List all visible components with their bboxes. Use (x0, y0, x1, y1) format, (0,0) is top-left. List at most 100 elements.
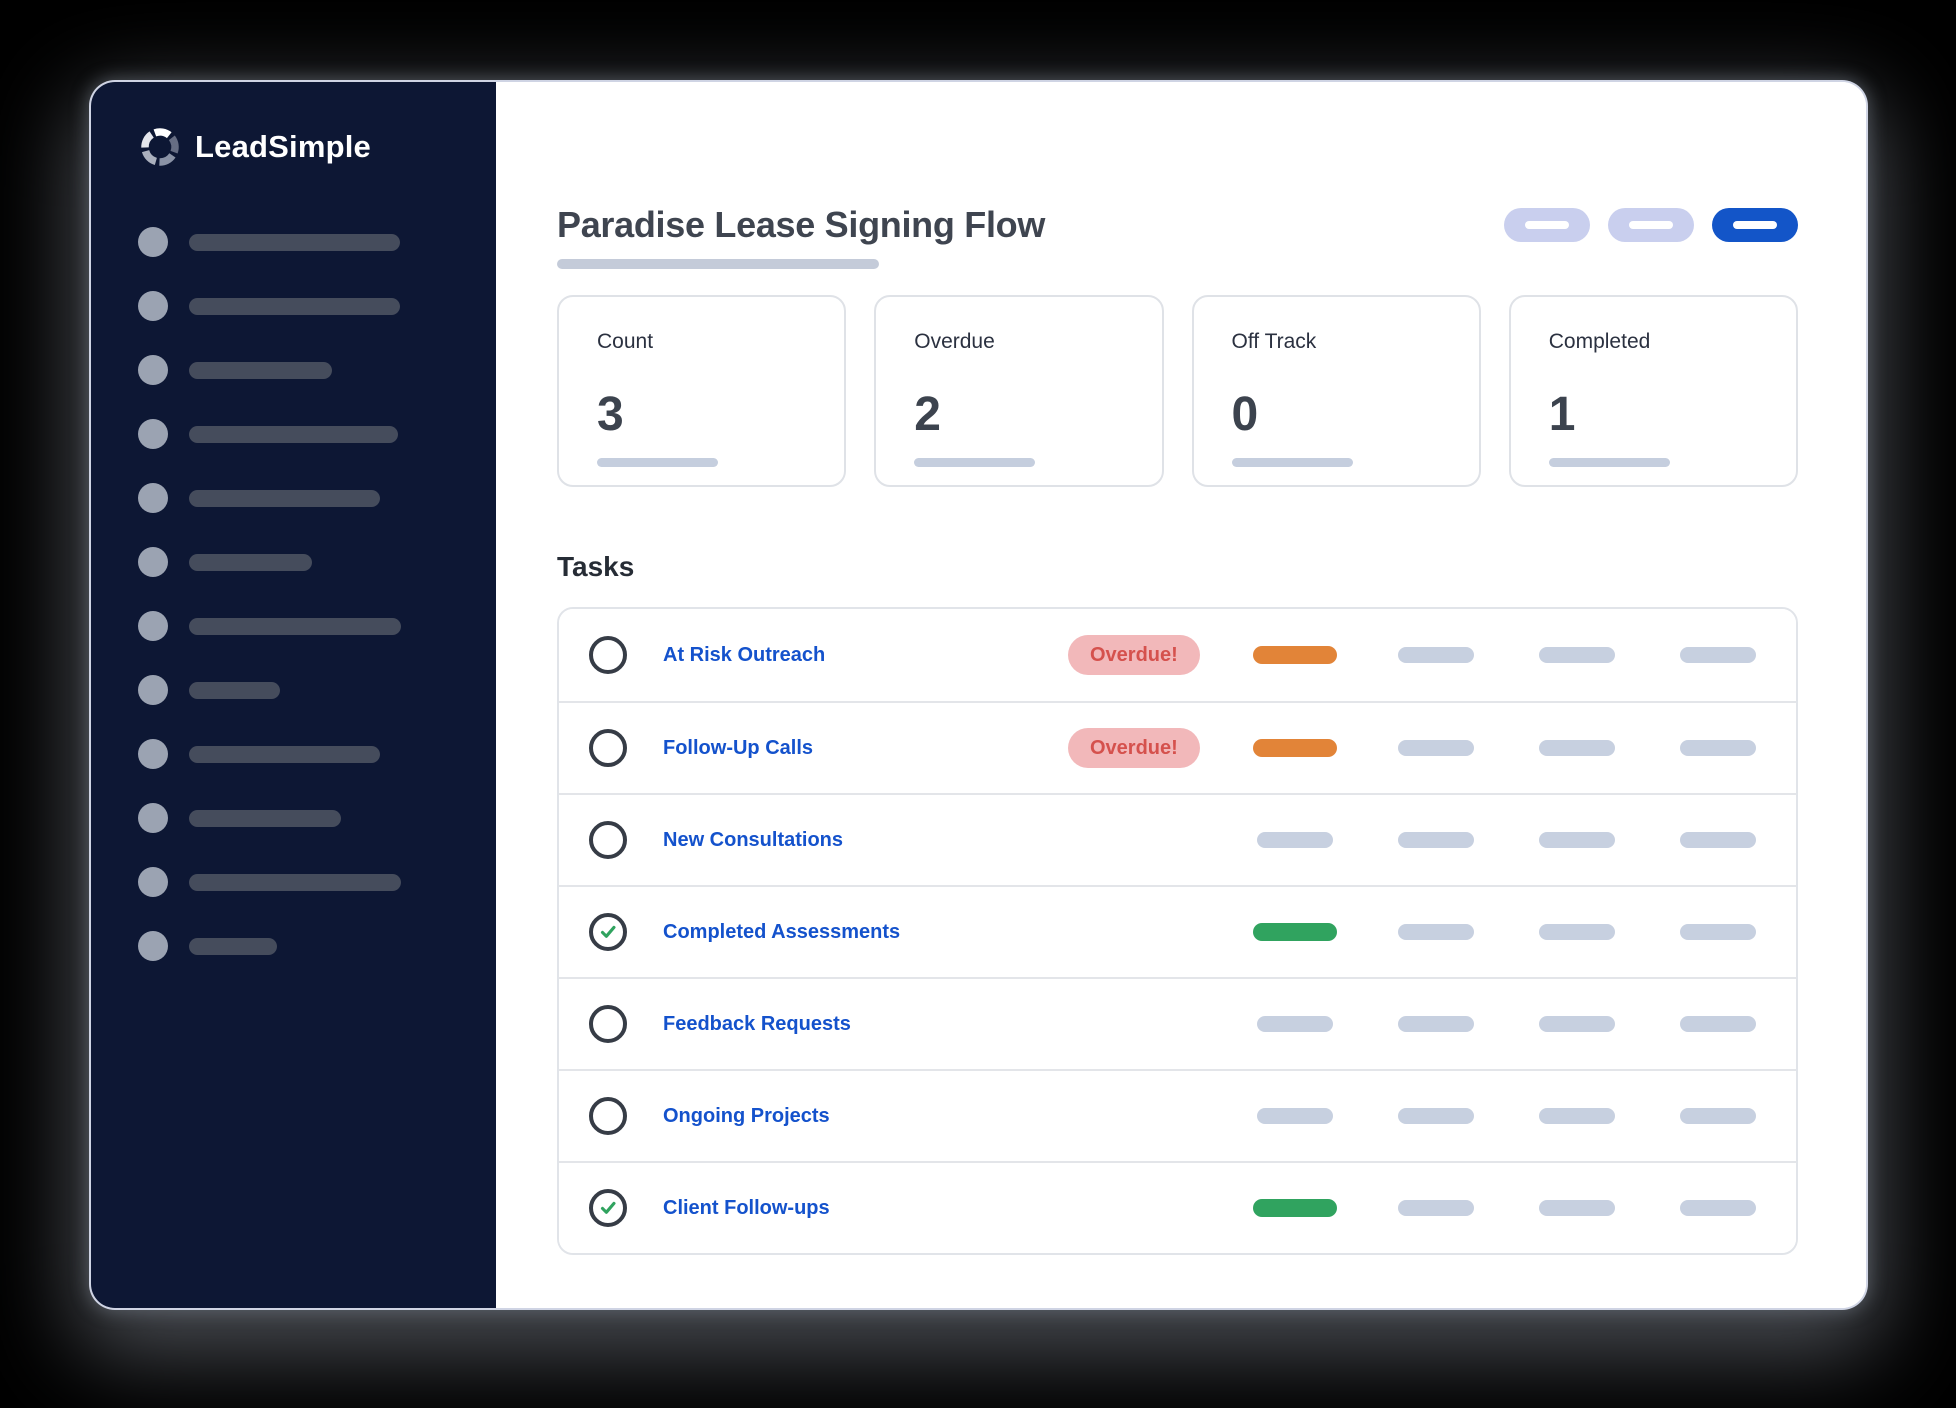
placeholder-pill (1398, 1016, 1474, 1032)
header-actions (1504, 208, 1798, 242)
stat-value: 1 (1549, 391, 1758, 439)
sidebar-item-11[interactable] (138, 867, 496, 897)
task-checkbox[interactable] (589, 1097, 627, 1135)
sidebar-item-label-placeholder (189, 490, 380, 507)
page-header: Paradise Lease Signing Flow (557, 204, 1798, 246)
header-action-button-3[interactable] (1712, 208, 1798, 242)
stats-row: Count 3 Overdue 2 Off Track 0 Completed … (557, 295, 1798, 487)
sidebar-item-label-placeholder (189, 554, 312, 571)
sidebar-item-icon-placeholder (138, 483, 168, 513)
placeholder-pill (1539, 740, 1615, 756)
placeholder-pill (1680, 647, 1756, 663)
placeholder-pill (1680, 1108, 1756, 1124)
sidebar-item-7[interactable] (138, 611, 496, 641)
stat-label: Count (597, 330, 806, 354)
sidebar-item-3[interactable] (138, 355, 496, 385)
stat-value: 0 (1232, 391, 1441, 439)
status-pill (1253, 646, 1337, 664)
page-title: Paradise Lease Signing Flow (557, 204, 1045, 246)
task-row-pills (1253, 739, 1760, 757)
leadsimple-ring-icon (138, 125, 182, 169)
task-checkbox[interactable] (589, 636, 627, 674)
placeholder-pill (1680, 1016, 1756, 1032)
task-row-pills (1253, 832, 1760, 848)
sidebar-item-6[interactable] (138, 547, 496, 577)
status-pill (1253, 739, 1337, 757)
overdue-badge: Overdue! (1068, 728, 1200, 768)
sidebar: LeadSimple (91, 82, 496, 1308)
stat-value: 2 (914, 391, 1123, 439)
task-link[interactable]: Feedback Requests (663, 1013, 851, 1036)
task-row: At Risk Outreach Overdue! (559, 609, 1796, 701)
sidebar-item-icon-placeholder (138, 803, 168, 833)
brand-name: LeadSimple (195, 129, 371, 165)
task-link[interactable]: Client Follow-ups (663, 1197, 830, 1220)
sidebar-item-4[interactable] (138, 419, 496, 449)
sidebar-item-label-placeholder (189, 234, 400, 251)
sidebar-item-9[interactable] (138, 739, 496, 769)
task-link[interactable]: At Risk Outreach (663, 644, 825, 667)
sidebar-item-icon-placeholder (138, 547, 168, 577)
placeholder-pill (1539, 1108, 1615, 1124)
task-checkbox[interactable] (589, 1005, 627, 1043)
stat-card-completed: Completed 1 (1509, 295, 1798, 487)
stat-card-off-track: Off Track 0 (1192, 295, 1481, 487)
title-underline (557, 259, 879, 269)
stat-value: 3 (597, 391, 806, 439)
stat-label: Overdue (914, 330, 1123, 354)
task-row-pills (1253, 646, 1760, 664)
task-checkbox[interactable] (589, 729, 627, 767)
sidebar-item-5[interactable] (138, 483, 496, 513)
overdue-badge: Overdue! (1068, 635, 1200, 675)
task-link[interactable]: Completed Assessments (663, 921, 900, 944)
task-row-pills (1253, 1108, 1760, 1124)
stat-underline (1549, 458, 1670, 467)
placeholder-pill (1398, 1108, 1474, 1124)
sidebar-item-label-placeholder (189, 810, 341, 827)
sidebar-item-icon-placeholder (138, 739, 168, 769)
status-pill (1253, 1199, 1337, 1217)
checkmark-icon (597, 1197, 619, 1219)
sidebar-item-label-placeholder (189, 746, 380, 763)
sidebar-item-icon-placeholder (138, 291, 168, 321)
sidebar-item-2[interactable] (138, 291, 496, 321)
task-link[interactable]: Follow-Up Calls (663, 737, 813, 760)
status-pill (1257, 1016, 1333, 1032)
sidebar-item-8[interactable] (138, 675, 496, 705)
header-action-button-2[interactable] (1608, 208, 1694, 242)
placeholder-pill (1398, 1200, 1474, 1216)
sidebar-item-label-placeholder (189, 618, 401, 635)
task-link[interactable]: Ongoing Projects (663, 1105, 830, 1128)
stat-card-overdue: Overdue 2 (874, 295, 1163, 487)
task-row: Client Follow-ups (559, 1161, 1796, 1253)
placeholder-pill (1680, 1200, 1756, 1216)
task-checkbox[interactable] (589, 913, 627, 951)
placeholder-pill (1680, 740, 1756, 756)
task-checkbox[interactable] (589, 1189, 627, 1227)
task-row-pills (1253, 1016, 1760, 1032)
sidebar-item-icon-placeholder (138, 675, 168, 705)
task-checkbox[interactable] (589, 821, 627, 859)
status-pill (1257, 1108, 1333, 1124)
tasks-table: At Risk Outreach Overdue! Follow-Up Call… (557, 607, 1798, 1255)
button-label-placeholder (1525, 221, 1569, 229)
placeholder-pill (1539, 1016, 1615, 1032)
task-link[interactable]: New Consultations (663, 829, 843, 852)
stat-label: Off Track (1232, 330, 1441, 354)
main-content: Paradise Lease Signing Flow Count 3 (496, 82, 1866, 1308)
tasks-heading: Tasks (557, 551, 1798, 583)
placeholder-pill (1398, 647, 1474, 663)
placeholder-pill (1539, 924, 1615, 940)
placeholder-pill (1539, 647, 1615, 663)
sidebar-nav (138, 227, 496, 961)
sidebar-item-icon-placeholder (138, 419, 168, 449)
sidebar-item-12[interactable] (138, 931, 496, 961)
sidebar-item-1[interactable] (138, 227, 496, 257)
header-action-button-1[interactable] (1504, 208, 1590, 242)
task-row: New Consultations (559, 793, 1796, 885)
sidebar-item-label-placeholder (189, 362, 332, 379)
checkmark-icon (597, 921, 619, 943)
placeholder-pill (1539, 1200, 1615, 1216)
placeholder-pill (1680, 832, 1756, 848)
sidebar-item-10[interactable] (138, 803, 496, 833)
